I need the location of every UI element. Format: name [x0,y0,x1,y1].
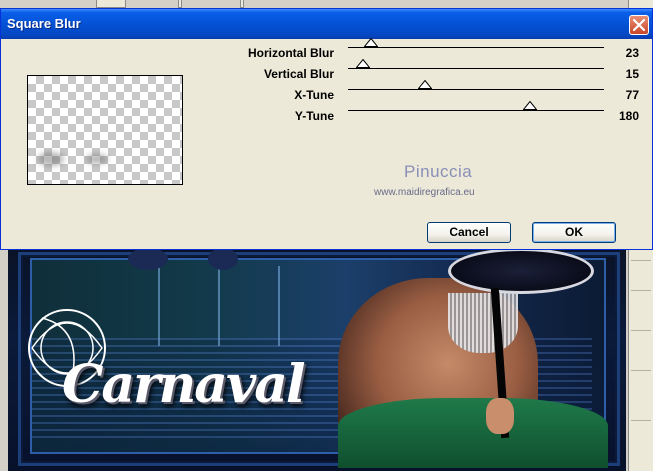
triangle-thumb-icon [522,101,537,110]
triangle-thumb-icon [356,59,371,68]
close-button[interactable] [629,15,649,35]
ok-button[interactable]: OK [532,222,616,243]
watermark-url: www.maidiregrafica.eu [374,187,475,198]
ornament-shape [208,248,238,270]
horizontal-blur-slider[interactable] [348,38,604,48]
dialog-titlebar[interactable]: Square Blur [1,9,652,39]
close-icon [633,19,645,31]
panel-line [631,370,651,371]
ornament-shape [128,248,168,270]
watermark-name: Pinuccia [404,162,473,181]
panel-line [631,420,651,421]
triangle-thumb-icon [417,80,432,89]
triangle-thumb-icon [364,38,379,47]
app-tab[interactable] [96,0,126,8]
app-tab-divider [240,0,244,8]
x-tune-slider[interactable] [348,80,604,90]
hand [486,398,514,434]
preview-blur-shape [38,152,64,166]
vertical-blur-label: Vertical Blur [263,67,334,81]
canvas-image[interactable]: Carnaval [8,248,626,471]
panel-line [631,330,651,331]
carnival-mask [448,248,594,294]
green-dress [338,398,608,468]
y-tune-label: Y-Tune [294,109,334,123]
app-tab-divider [178,0,182,8]
carnaval-logo: Carnaval [22,288,342,438]
vertical-blur-slider[interactable] [348,59,604,69]
panel-line [631,290,651,291]
square-blur-dialog: Square Blur Horizontal Blur 23 Vertical … [0,8,653,250]
preview-thumbnail [27,75,183,185]
dialog-body: Horizontal Blur 23 Vertical Blur 15 X-Tu… [4,38,649,248]
dialog-title: Square Blur [7,16,81,31]
preview-blur-shape [86,154,108,164]
x-tune-label: X-Tune [294,88,334,102]
vertical-blur-value: 15 [625,67,639,81]
x-tune-value: 77 [625,88,639,102]
cancel-button[interactable]: Cancel [427,222,511,243]
logo-text: Carnaval [62,354,306,415]
y-tune-value: 180 [618,109,639,123]
necklace [448,293,518,353]
horizontal-blur-label: Horizontal Blur [248,46,334,60]
y-tune-slider[interactable] [348,101,604,111]
panel-line [631,260,651,261]
horizontal-blur-value: 23 [625,46,639,60]
